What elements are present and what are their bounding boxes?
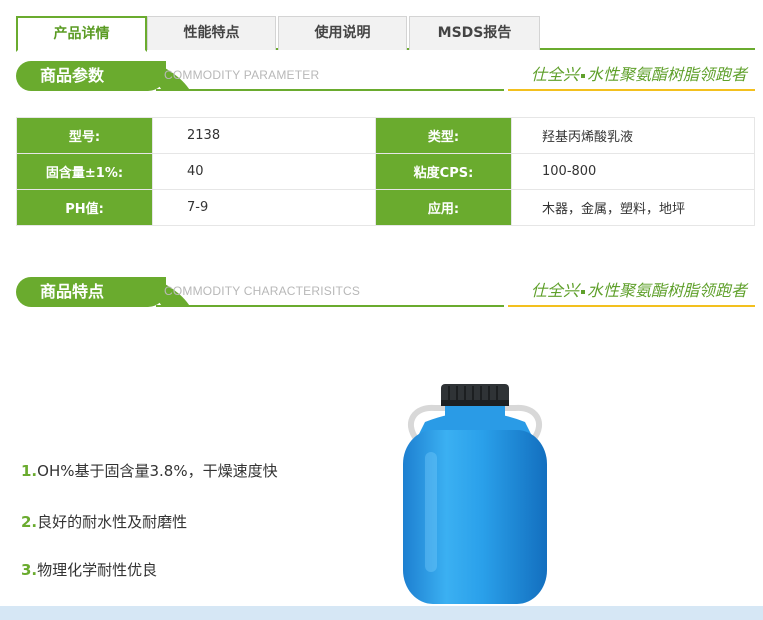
brand-tagline: 水性聚氨酯树脂领跑者 [586,281,747,300]
brand-name: 仕全兴 [530,281,579,300]
section-subtitle: COMMODITY PARAMETER [164,68,320,82]
param-label: 应用: [375,189,512,226]
section-header-params: 商品参数 COMMODITY PARAMETER 仕全兴 水性聚氨酯树脂领跑者 [16,61,755,91]
bullet-icon [580,289,585,294]
param-label: 型号: [16,117,153,154]
param-value: 7-9 [152,189,376,226]
feature-number: 1. [21,462,38,480]
feature-number: 2. [21,513,38,531]
brand-slogan: 仕全兴 水性聚氨酯树脂领跑者 [508,277,755,307]
brand-name: 仕全兴 [530,65,579,84]
section-divider [156,305,504,307]
table-row: PH值: 7-9 应用: 木器，金属，塑料，地坪 [16,189,755,226]
tab-bar: 产品详情 性能特点 使用说明 MSDS报告 [16,16,755,52]
section-title: 商品参数 [16,61,166,91]
tab-performance[interactable]: 性能特点 [147,16,276,50]
brand-slogan: 仕全兴 水性聚氨酯树脂领跑者 [508,61,755,91]
param-label: PH值: [16,189,153,226]
section-divider [156,89,504,91]
section-header-features: 商品特点 COMMODITY CHARACTERISITCS 仕全兴 水性聚氨酯树… [16,277,755,307]
feature-item: 1.OH%基于固含量3.8%，干燥速度快 [21,460,278,481]
param-label: 固含量±1%: [16,153,153,190]
tab-product-details[interactable]: 产品详情 [16,16,147,52]
tab-usage[interactable]: 使用说明 [278,16,407,50]
feature-item: 3.物理化学耐性优良 [21,559,157,580]
section-title: 商品特点 [16,277,166,307]
feature-text: 良好的耐水性及耐磨性 [37,513,188,531]
param-value: 2138 [152,117,376,154]
feature-number: 3. [21,561,38,579]
param-value: 100-800 [511,153,755,190]
param-value: 木器，金属，塑料，地坪 [511,189,755,226]
table-row: 固含量±1%: 40 粘度CPS: 100-800 [16,153,755,190]
section-subtitle: COMMODITY CHARACTERISITCS [164,284,361,298]
brand-tagline: 水性聚氨酯树脂领跑者 [586,65,747,84]
feature-text: OH%基于固含量3.8%，干燥速度快 [37,462,278,480]
tab-msds-report[interactable]: MSDS报告 [409,16,540,50]
table-row: 型号: 2138 类型: 羟基丙烯酸乳液 [16,117,755,154]
parameter-table: 型号: 2138 类型: 羟基丙烯酸乳液 固含量±1%: 40 粘度CPS: 1… [16,117,755,226]
param-value: 40 [152,153,376,190]
feature-text: 物理化学耐性优良 [37,561,158,579]
product-drum-image [403,384,547,604]
param-value: 羟基丙烯酸乳液 [511,117,755,154]
param-label: 粘度CPS: [375,153,512,190]
feature-item: 2.良好的耐水性及耐磨性 [21,511,187,532]
param-label: 类型: [375,117,512,154]
footer-strip [0,606,763,620]
bullet-icon [580,73,585,78]
